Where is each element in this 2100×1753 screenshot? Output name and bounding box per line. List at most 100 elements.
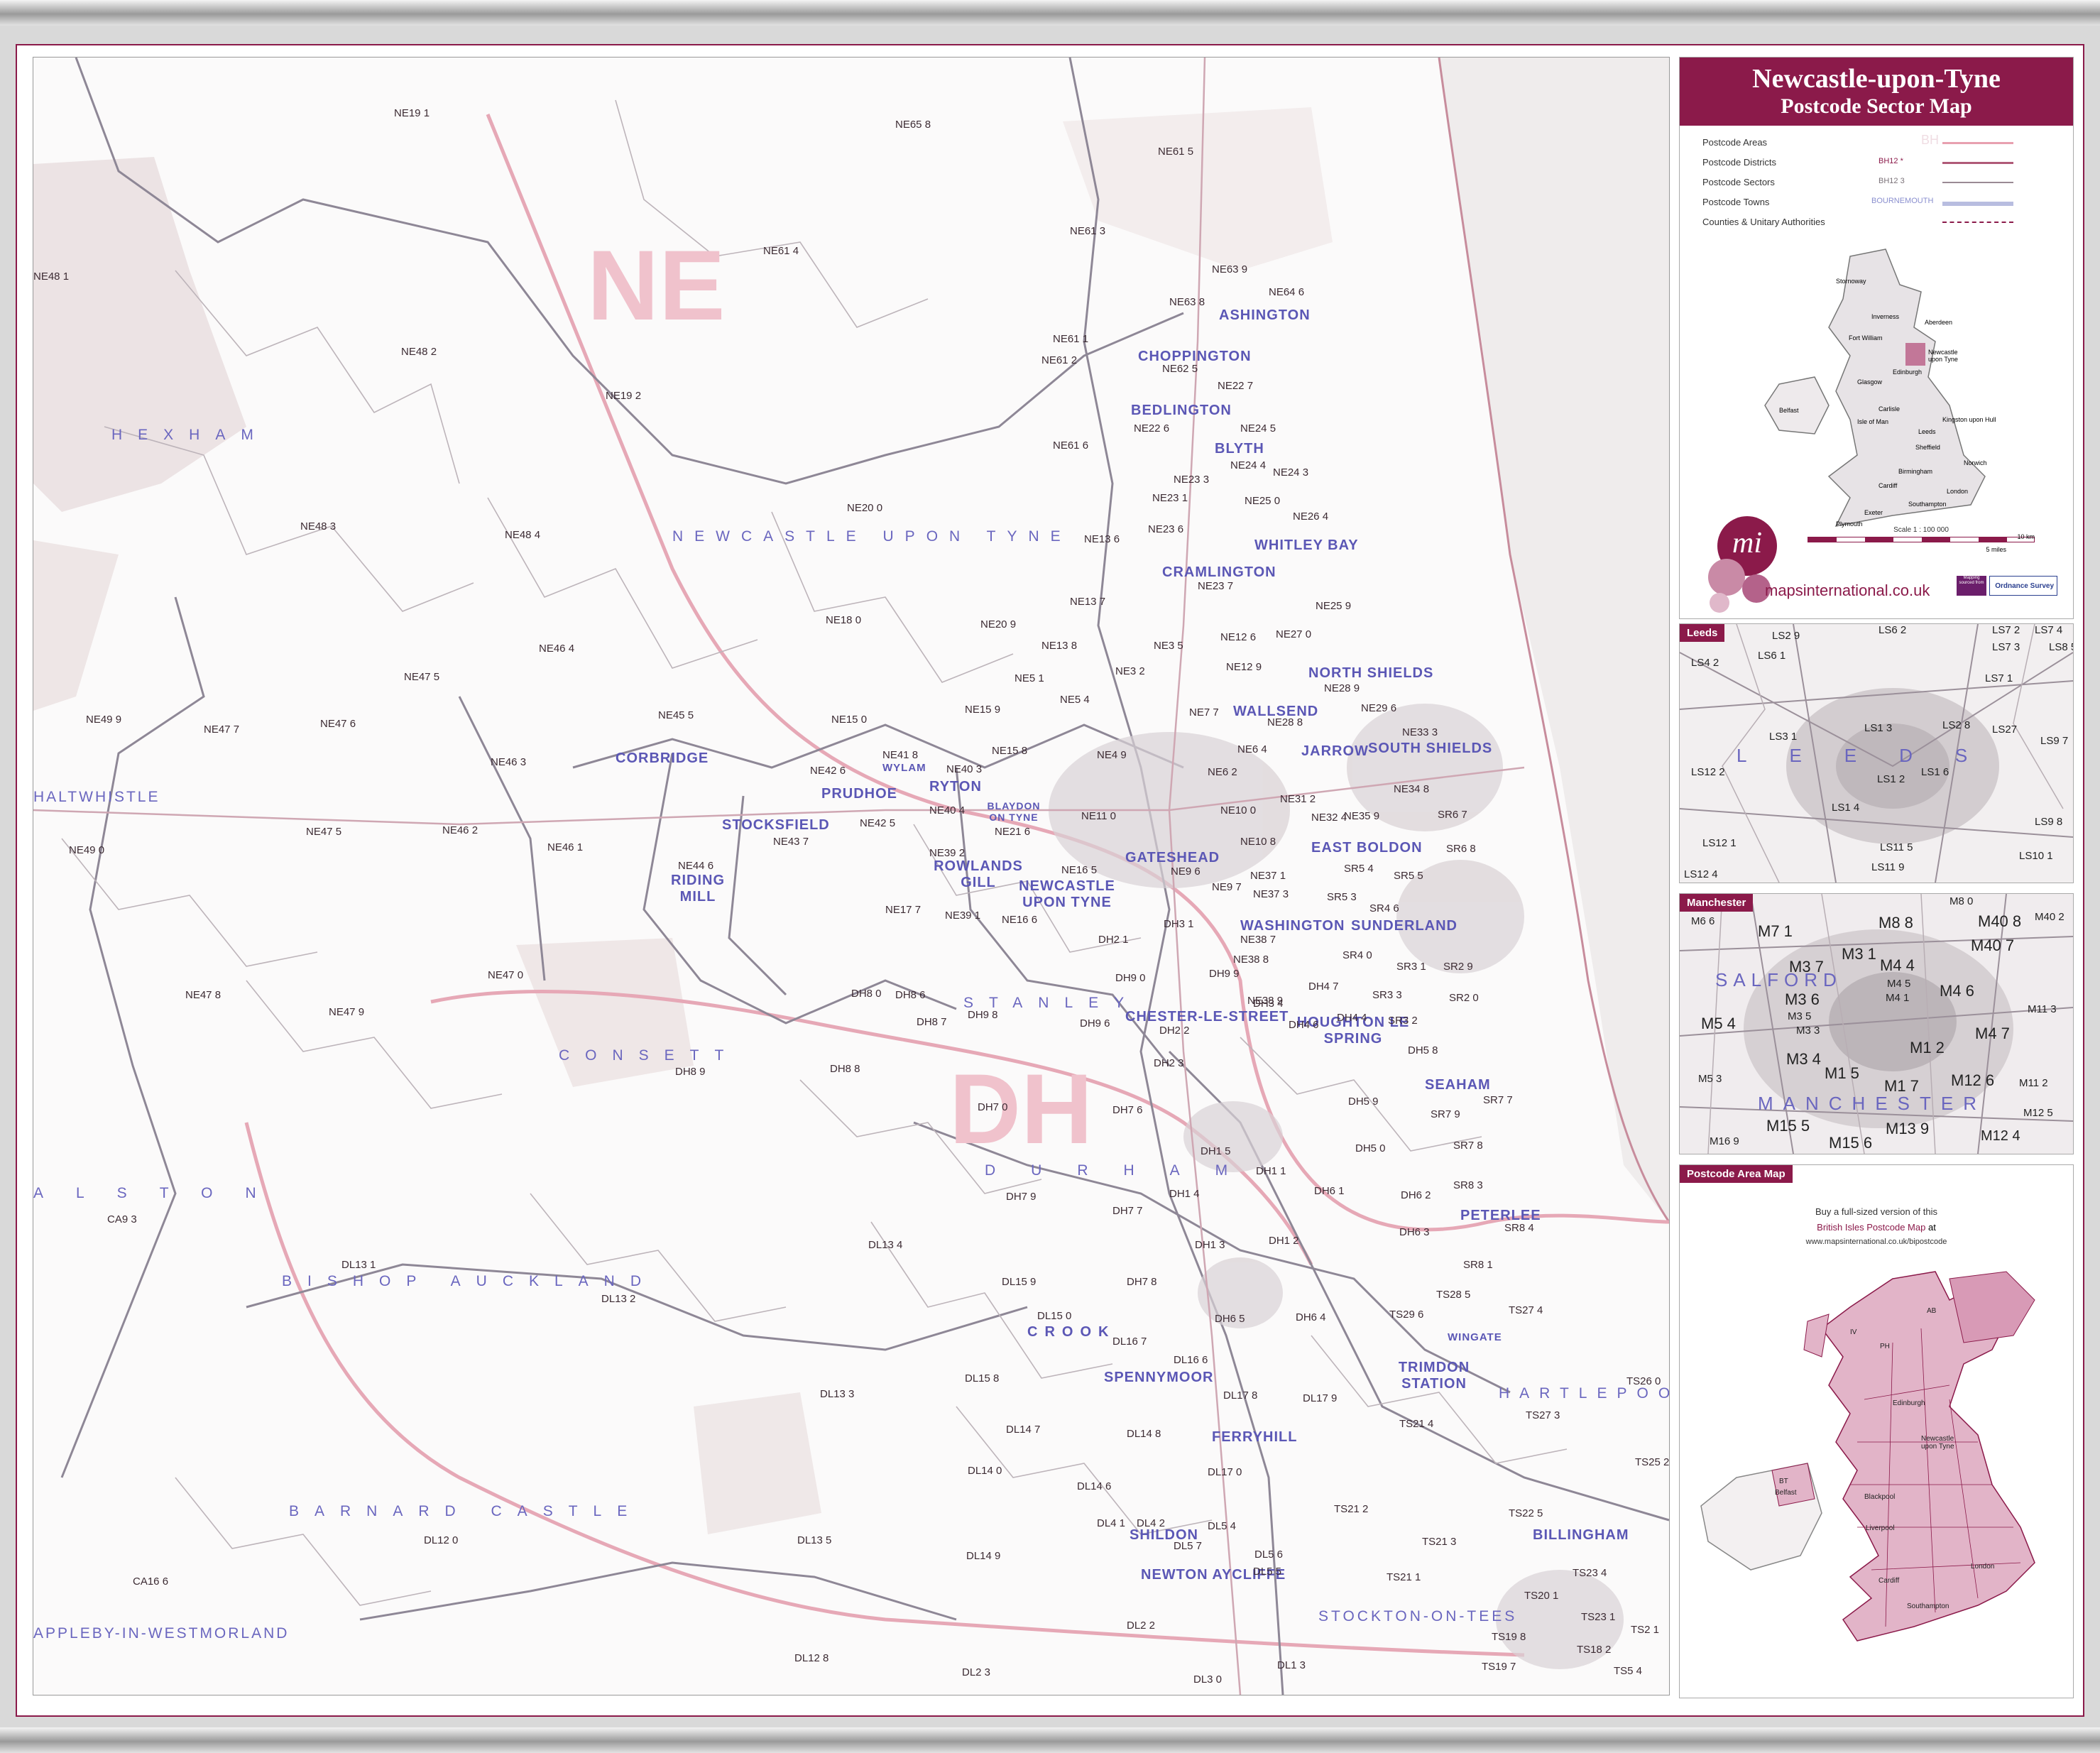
ordnance-survey-badge: Ordnance Survey: [1989, 576, 2057, 596]
overview-label: Sheffield: [1915, 444, 1940, 451]
sector-label: DH1 2: [1269, 1235, 1299, 1247]
sector-label: NE37 3: [1253, 888, 1289, 900]
sector-label: NE12 9: [1226, 661, 1262, 673]
legend-row: Postcode Towns BOURNEMOUTH: [1680, 192, 2073, 212]
sector-label: SR5 5: [1394, 870, 1423, 882]
sector-label: SR7 7: [1483, 1094, 1513, 1106]
sector-label: SR5 3: [1327, 891, 1357, 903]
sector-label: NE25 9: [1316, 600, 1352, 612]
sector-label: TS2 1: [1631, 1624, 1660, 1636]
leeds-sector: LS10 1: [2019, 850, 2053, 862]
area-map-url[interactable]: www.mapsinternational.co.uk/bipostcode: [1680, 1238, 2073, 1246]
area-map-label: Cardiff: [1878, 1577, 1900, 1585]
manchester-sector: M3 4: [1786, 1050, 1821, 1068]
sector-label: DL17 0: [1208, 1466, 1242, 1478]
sector-label: NE61 5: [1158, 146, 1194, 158]
manchester-inset[interactable]: Manchester SALFORD MANCHESTER M6 6 M7 1 …: [1679, 893, 2074, 1154]
sector-label: DH6 3: [1399, 1226, 1430, 1238]
area-map-label: Southampton: [1907, 1602, 1949, 1610]
manchester-sector: M4 1: [1886, 992, 1910, 1004]
leeds-sector: LS11 5: [1880, 841, 1913, 853]
area-map-label: BT: [1779, 1478, 1788, 1485]
legend-line-area: [1942, 142, 2013, 144]
sector-label: SR4 6: [1369, 902, 1399, 914]
sector-label: DH9 6: [1080, 1017, 1110, 1030]
sector-label: DH9 9: [1209, 968, 1240, 980]
logo-mi: mi: [1732, 527, 1762, 559]
legend-label: Counties & Unitary Authorities: [1702, 217, 1825, 227]
manchester-sector: M15 6: [1829, 1134, 1873, 1152]
sector-label: NE33 3: [1402, 726, 1438, 738]
sector-label: DH3 1: [1164, 918, 1194, 930]
sector-label: DH1 5: [1201, 1145, 1231, 1157]
brand-site[interactable]: mapsinternational.co.uk: [1765, 581, 1930, 600]
sector-label: TS21 1: [1387, 1571, 1421, 1583]
leeds-sector: LS9 8: [2035, 816, 2063, 828]
sector-label: NE44 6: [678, 860, 714, 872]
legend-line-county: [1942, 222, 2013, 223]
leeds-sector: LS7 1: [1985, 672, 2013, 684]
sector-label: NE23 6: [1148, 523, 1184, 535]
town-gateshead: GATESHEAD: [1125, 850, 1220, 865]
town-sunderland: SUNDERLAND: [1351, 918, 1458, 934]
mapping-sourced-badge: Mapping sourced from: [1957, 576, 1986, 596]
map-title: Newcastle-upon-Tyne: [1752, 64, 2001, 94]
sector-label: DL5 4: [1208, 1520, 1237, 1532]
sector-label: NE25 0: [1245, 495, 1281, 507]
sector-label: TS25 2: [1635, 1456, 1670, 1468]
manchester-sector: M4 7: [1975, 1025, 2010, 1042]
town-chester-le-street: CHESTER-LE-STREET: [1125, 1009, 1289, 1025]
leeds-sector: LS12 1: [1702, 837, 1737, 849]
sector-label: TS21 2: [1334, 1503, 1369, 1515]
sector-label: NE4 9: [1097, 749, 1127, 761]
postcode-area-map-inset[interactable]: Postcode Area Map Buy a full-sized versi…: [1679, 1164, 2074, 1698]
map-linework: [33, 58, 1669, 1695]
sector-label: NE46 3: [491, 756, 527, 768]
sector-label: DH7 7: [1112, 1205, 1143, 1217]
sector-label: DH2 1: [1098, 934, 1129, 946]
sector-label: DL17 8: [1223, 1389, 1258, 1402]
sector-label: NE5 1: [1015, 672, 1044, 684]
area-map-buy-text: Buy a full-sized version of this: [1815, 1206, 1937, 1217]
area-map-label: IV: [1850, 1328, 1857, 1336]
big-town-bishop-auckland: BISHOP AUCKLAND: [282, 1273, 657, 1289]
sector-label: DL14 6: [1077, 1480, 1112, 1492]
sector-label: DH6 4: [1296, 1311, 1326, 1323]
area-map-product[interactable]: British Isles Postcode Map: [1817, 1222, 1925, 1233]
sector-label: NE42 6: [810, 765, 846, 777]
manchester-sector: M4 4: [1880, 956, 1915, 974]
area-map-product-line: British Isles Postcode Map at: [1680, 1222, 2073, 1233]
town-seaham: SEAHAM: [1425, 1077, 1491, 1093]
overview-label: Inverness: [1871, 313, 1900, 320]
sector-label: TS21 4: [1399, 1418, 1434, 1430]
sector-label: TS18 2: [1577, 1644, 1612, 1656]
leeds-inset[interactable]: Leeds LEEDS LS2 9 LS6 2 LS7 2 LS7 4 LS4 …: [1679, 623, 2074, 883]
leeds-sector: LS2 9: [1772, 630, 1800, 642]
manchester-town: MANCHESTER: [1758, 1093, 1987, 1114]
sector-label: SR4 0: [1342, 949, 1372, 961]
leeds-sector: LS1 3: [1864, 722, 1893, 734]
brand-logo[interactable]: mi: [1694, 512, 1822, 618]
sector-label: TS22 5: [1509, 1507, 1543, 1519]
sector-label: NE61 3: [1070, 225, 1106, 237]
overview-label: Norwich: [1964, 459, 1987, 466]
scale-miles: 5 miles: [1986, 546, 2006, 553]
leeds-sector: LS7 2: [1992, 624, 2020, 636]
big-town-durham: DURHAM: [985, 1162, 1264, 1179]
sector-label: TS28 5: [1436, 1289, 1471, 1301]
main-map[interactable]: NE DH HEXHAM NEWCASTLE UPON TYNE CONSETT…: [33, 57, 1670, 1695]
sector-label: DH8 9: [675, 1066, 706, 1078]
manchester-sector: M8 0: [1949, 895, 1974, 907]
big-town-haltwhistle: HALTWHISTLE: [33, 789, 160, 805]
legend-label: Postcode Areas: [1702, 137, 1768, 148]
sector-label: NE61 1: [1053, 333, 1089, 345]
manchester-sector: M3 6: [1785, 990, 1820, 1008]
sector-label: NE62 5: [1162, 363, 1198, 375]
overview-label: Aberdeen: [1925, 319, 1953, 326]
sector-label: DH5 8: [1408, 1044, 1438, 1056]
town-ashington: ASHINGTON: [1219, 307, 1311, 323]
sector-label: NE6 2: [1208, 766, 1237, 778]
town-wingate: WINGATE: [1448, 1331, 1502, 1343]
sector-label: NE48 2: [401, 346, 437, 358]
sector-label: NE23 3: [1174, 474, 1210, 486]
